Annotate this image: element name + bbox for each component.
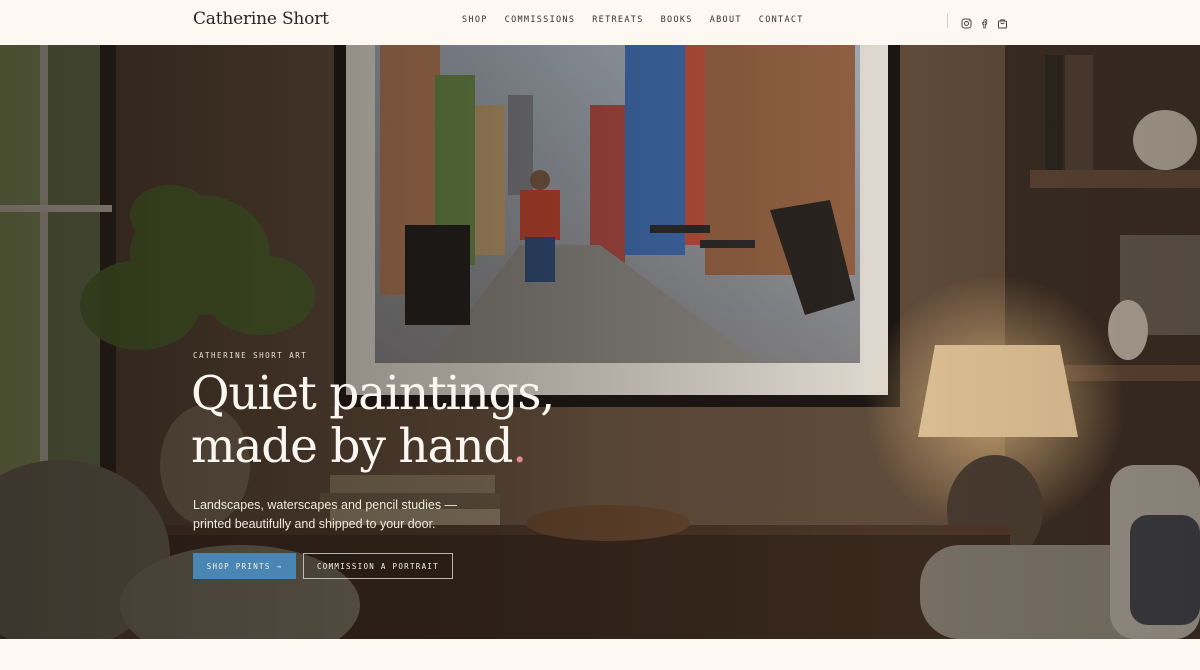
hero-headline-line1: Quiet paintings, [191, 366, 555, 421]
hero-subtitle: Landscapes, waterscapes and pencil studi… [193, 496, 513, 534]
hero-overlay [0, 45, 1200, 639]
instagram-icon[interactable] [961, 14, 972, 29]
nav-contact[interactable]: CONTACT [759, 15, 804, 25]
site-header: Catherine Short SHOP COMMISSIONS RETREAT… [0, 0, 1200, 45]
social-links [961, 14, 1008, 29]
shopping-bag-icon[interactable] [997, 14, 1008, 29]
hero-eyebrow: CATHERINE SHORT ART [193, 351, 308, 360]
hero-section: CATHERINE SHORT ART Quiet paintings, mad… [0, 45, 1200, 639]
hero-headline: Quiet paintings, made by hand. [191, 367, 711, 473]
brand-logo[interactable]: Catherine Short [193, 9, 329, 29]
hero-headline-line2: made by hand [191, 419, 513, 474]
below-hero-strip [0, 639, 1200, 670]
shop-prints-button[interactable]: SHOP PRINTS → [193, 553, 296, 579]
nav-about[interactable]: ABOUT [710, 15, 742, 25]
hero-subtitle-line2: printed beautifully and shipped to your … [193, 517, 436, 531]
nav-shop[interactable]: SHOP [462, 15, 488, 25]
nav-commissions[interactable]: COMMISSIONS [505, 15, 576, 25]
hero-headline-dot: . [512, 419, 527, 474]
commission-portrait-button[interactable]: COMMISSION A PORTRAIT [303, 553, 453, 579]
facebook-icon[interactable] [979, 14, 990, 29]
main-nav: SHOP COMMISSIONS RETREATS BOOKS ABOUT CO… [462, 15, 821, 25]
nav-retreats[interactable]: RETREATS [592, 15, 643, 25]
hero-subtitle-line1: Landscapes, waterscapes and pencil studi… [193, 498, 458, 512]
header-divider [947, 14, 948, 28]
nav-books[interactable]: BOOKS [661, 15, 693, 25]
